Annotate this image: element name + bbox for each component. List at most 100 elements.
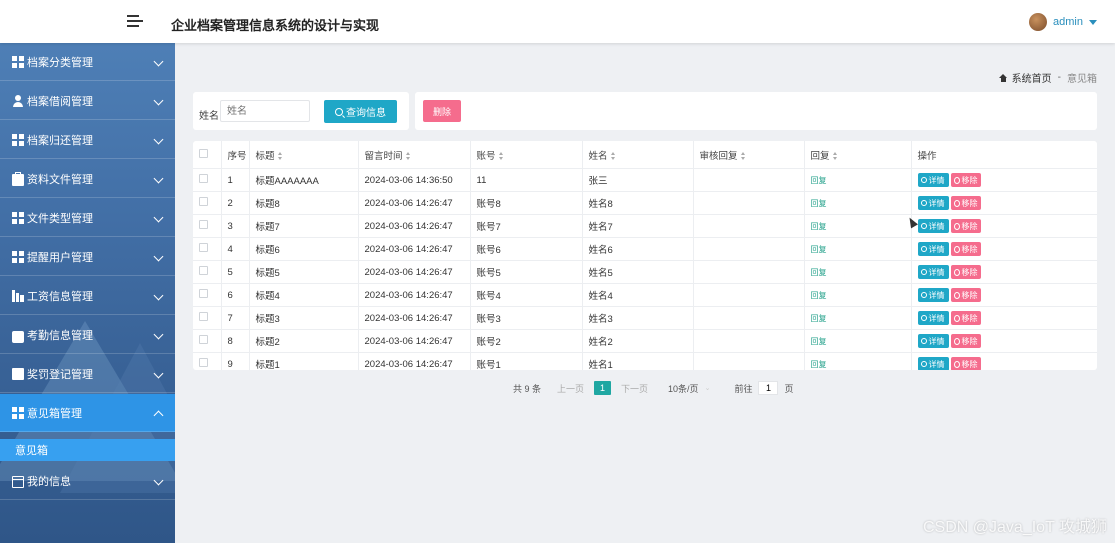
sort-icon[interactable] [405, 151, 411, 160]
sidebar-item-8[interactable]: 奖罚登记管理 [0, 355, 175, 393]
next-page-button[interactable]: 下一页 [621, 382, 648, 395]
remove-button[interactable]: 移除 [950, 196, 981, 210]
sort-icon[interactable] [740, 151, 746, 160]
reply-link[interactable]: 回复 [811, 176, 827, 185]
remove-button[interactable]: 移除 [950, 219, 981, 233]
table-row[interactable]: 9 标题1 2024-03-06 14:26:47 账号1 姓名1 回复 详情 移除 [193, 352, 1097, 370]
row-select-cell[interactable] [193, 260, 222, 284]
select-all-cell[interactable] [193, 141, 222, 169]
column-header-time[interactable]: 留言时间 [358, 141, 471, 169]
detail-button[interactable]: 详情 [917, 196, 949, 210]
name-search-input[interactable] [220, 100, 310, 122]
table-row[interactable]: 4 标题6 2024-03-06 14:26:47 账号6 姓名6 回复 详情 移除 [193, 237, 1097, 261]
username[interactable]: admin [1053, 16, 1083, 28]
delete-button[interactable]: 删除 [423, 100, 461, 122]
table-row[interactable]: 8 标题2 2024-03-06 14:26:47 账号2 姓名2 回复 详情 移除 [193, 329, 1097, 353]
remove-button[interactable]: 移除 [950, 265, 981, 279]
prev-page-button[interactable]: 上一页 [557, 382, 584, 395]
detail-button[interactable]: 详情 [917, 311, 949, 325]
row-select-cell[interactable] [193, 214, 222, 238]
row-select-cell[interactable] [193, 352, 222, 370]
sidebar-item-5[interactable]: 提醒用户管理 [0, 238, 175, 276]
chevron-down-icon[interactable]: ⌄ [705, 384, 711, 392]
sidebar-item-7[interactable]: 考勤信息管理 [0, 316, 175, 354]
sort-icon[interactable] [832, 151, 838, 160]
avatar[interactable] [1029, 13, 1048, 31]
row-select-cell[interactable] [193, 329, 222, 353]
sidebar-item-9[interactable]: 意见箱管理 [0, 394, 175, 432]
row-checkbox[interactable] [199, 335, 208, 344]
table-row[interactable]: 6 标题4 2024-03-06 14:26:47 账号4 姓名4 回复 详情 移除 [193, 283, 1097, 307]
remove-button[interactable]: 移除 [950, 357, 981, 370]
select-all-checkbox[interactable] [199, 148, 208, 158]
reply-link[interactable]: 回复 [811, 222, 827, 231]
remove-button[interactable]: 移除 [950, 173, 981, 187]
cell-time: 2024-03-06 14:26:47 [358, 329, 471, 353]
remove-button[interactable]: 移除 [950, 242, 981, 256]
column-header-review[interactable]: 审核回复 [693, 141, 805, 169]
row-checkbox[interactable] [199, 174, 208, 183]
detail-button[interactable]: 详情 [917, 288, 949, 302]
remove-button[interactable]: 移除 [950, 334, 981, 348]
row-checkbox[interactable] [199, 358, 208, 367]
reply-link[interactable]: 回复 [811, 360, 827, 369]
user-menu[interactable]: admin [1029, 13, 1097, 31]
sidebar-item-1[interactable]: 档案借阅管理 [0, 82, 175, 120]
detail-button[interactable]: 详情 [917, 357, 949, 370]
sidebar-item-10[interactable]: 我的信息 [0, 462, 175, 500]
sidebar-item-2[interactable]: 档案归还管理 [0, 121, 175, 159]
row-checkbox[interactable] [199, 243, 208, 252]
chevron-down-icon [153, 475, 164, 486]
table-row[interactable]: 7 标题3 2024-03-06 14:26:47 账号3 姓名3 回复 详情 移除 [193, 306, 1097, 330]
page-size-select[interactable]: 10条/页 [668, 382, 699, 395]
sidebar-subitem-suggestion-box[interactable]: 意见箱 [0, 439, 175, 461]
sidebar-item-3[interactable]: 资料文件管理 [0, 160, 175, 198]
column-header-account[interactable]: 账号 [470, 141, 583, 169]
detail-button[interactable]: 详情 [917, 334, 949, 348]
row-checkbox[interactable] [199, 220, 208, 229]
reply-link[interactable]: 回复 [811, 199, 827, 208]
row-select-cell[interactable] [193, 237, 222, 261]
table-row[interactable]: 2 标题8 2024-03-06 14:26:47 账号8 姓名8 回复 详情 移除 [193, 191, 1097, 215]
remove-button[interactable]: 移除 [950, 288, 981, 302]
goto-page-input[interactable] [758, 381, 779, 395]
reply-link[interactable]: 回复 [811, 291, 827, 300]
sort-icon[interactable] [498, 151, 504, 160]
row-checkbox[interactable] [199, 312, 208, 321]
reply-link[interactable]: 回复 [811, 268, 827, 277]
sort-icon[interactable] [610, 151, 616, 160]
row-checkbox[interactable] [199, 266, 208, 275]
reply-link[interactable]: 回复 [811, 337, 827, 346]
detail-button[interactable]: 详情 [917, 242, 949, 256]
reply-link[interactable]: 回复 [811, 245, 827, 254]
table-row[interactable]: 3 标题7 2024-03-06 14:26:47 账号7 姓名7 回复 详情 移除 [193, 214, 1097, 238]
search-button[interactable]: 查询信息 [324, 100, 397, 123]
sidebar-item-4[interactable]: 文件类型管理 [0, 199, 175, 237]
table-row[interactable]: 5 标题5 2024-03-06 14:26:47 账号5 姓名5 回复 详情 移除 [193, 260, 1097, 284]
column-header-title[interactable]: 标题 [249, 141, 359, 169]
sidebar-item-6[interactable]: 工资信息管理 [0, 277, 175, 315]
sidebar-item-0[interactable]: 档案分类管理 [0, 43, 175, 81]
column-header-reply[interactable]: 回复 [804, 141, 912, 169]
reply-link[interactable]: 回复 [811, 314, 827, 323]
breadcrumb-home[interactable]: 系统首页 [1012, 70, 1052, 85]
column-header-name[interactable]: 姓名 [582, 141, 694, 169]
page-number-current[interactable]: 1 [594, 381, 612, 395]
detail-button[interactable]: 详情 [917, 265, 949, 279]
detail-button[interactable]: 详情 [917, 173, 949, 187]
table-row[interactable]: 1 标题AAAAAAA 2024-03-06 14:36:50 11 张三 回复 详情 移除 [193, 168, 1097, 192]
remove-button[interactable]: 移除 [950, 311, 981, 325]
row-checkbox[interactable] [199, 197, 208, 206]
row-select-cell[interactable] [193, 191, 222, 215]
chevron-up-icon [153, 410, 164, 421]
row-select-cell[interactable] [193, 306, 222, 330]
detail-button[interactable]: 详情 [917, 219, 949, 233]
row-checkbox[interactable] [199, 289, 208, 298]
menu-toggle-icon[interactable] [127, 13, 143, 29]
row-select-cell[interactable] [193, 168, 222, 192]
caret-down-icon[interactable] [1089, 19, 1097, 25]
sort-icon[interactable] [277, 151, 283, 160]
cell-actions: 详情 移除 [911, 237, 1097, 261]
cell-review [693, 283, 805, 307]
row-select-cell[interactable] [193, 283, 222, 307]
